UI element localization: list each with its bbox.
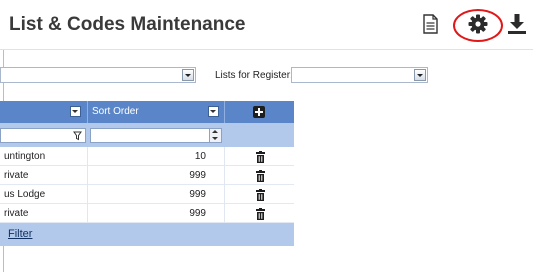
lists-for-register-label: Lists for Register: — [215, 70, 293, 81]
list-select[interactable] — [0, 67, 196, 83]
sort-order-filter-input[interactable] — [90, 128, 222, 143]
filter-link[interactable]: Filter — [8, 228, 32, 240]
grid-footer: Filter — [0, 223, 294, 246]
plus-icon[interactable] — [253, 106, 265, 118]
filter-icon[interactable] — [73, 131, 82, 141]
grid-header: Sort Order — [0, 101, 294, 123]
table-row[interactable]: untington 10 — [0, 147, 294, 166]
grid-filter-row — [0, 123, 294, 147]
register-select[interactable] — [291, 67, 428, 83]
name-cell: rivate — [4, 208, 29, 219]
page-header: List & Codes Maintenance — [0, 0, 533, 50]
trash-icon[interactable] — [255, 151, 266, 163]
column-menu-icon[interactable] — [70, 106, 81, 117]
document-icon[interactable] — [418, 12, 442, 36]
column-divider — [87, 147, 88, 223]
column-divider — [224, 147, 225, 223]
table-row[interactable]: rivate 999 — [0, 166, 294, 185]
column-divider — [224, 101, 225, 123]
chevron-down-icon[interactable] — [182, 69, 194, 81]
page-title: List & Codes Maintenance — [9, 14, 246, 35]
trash-icon[interactable] — [255, 208, 266, 220]
sort-order-cell: 10 — [194, 151, 206, 162]
download-icon[interactable] — [505, 12, 529, 36]
column-header-sort-order[interactable]: Sort Order — [92, 106, 139, 117]
table-row[interactable]: us Lodge 999 — [0, 185, 294, 204]
sort-order-cell: 999 — [189, 189, 206, 200]
name-cell: rivate — [4, 170, 29, 181]
sort-order-cell: 999 — [189, 208, 206, 219]
name-cell: untington — [4, 151, 46, 162]
sort-order-cell: 999 — [189, 170, 206, 181]
chevron-down-icon[interactable] — [414, 69, 426, 81]
column-divider — [87, 101, 88, 123]
name-cell: us Lodge — [4, 189, 46, 200]
gear-icon[interactable] — [466, 12, 490, 36]
header-divider — [0, 49, 533, 50]
trash-icon[interactable] — [255, 189, 266, 201]
name-filter-input[interactable] — [0, 128, 86, 143]
trash-icon[interactable] — [255, 170, 266, 182]
spinner-icon[interactable] — [209, 129, 221, 142]
column-menu-icon[interactable] — [208, 106, 219, 117]
table-row[interactable]: rivate 999 — [0, 204, 294, 223]
